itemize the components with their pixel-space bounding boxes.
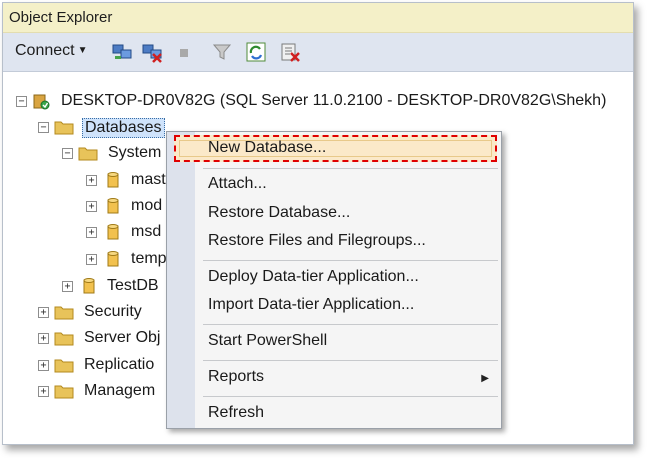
folder-icon [54,385,74,399]
folder-icon [78,147,98,161]
menu-item-deploy-data-tier[interactable]: Deploy Data-tier Application... [208,268,419,286]
folder-icon [54,359,74,373]
menu-separator [203,324,498,325]
menu-item-attach[interactable]: Attach... [208,175,267,193]
summary-icon[interactable] [279,41,301,63]
chevron-down-icon: ▼ [77,45,88,56]
expand-icon[interactable]: + [62,281,73,292]
menu-separator [203,360,498,361]
security-label: Security [84,303,142,320]
connect-button[interactable]: Connect ▼ [15,42,88,60]
menu-item-start-powershell[interactable]: Start PowerShell [208,332,327,350]
db-label: mod [131,197,163,214]
db-label: temp [131,250,167,267]
disconnect-server-icon[interactable] [141,41,163,63]
folder-icon [54,306,74,320]
expand-icon[interactable]: + [38,360,49,371]
folder-icon [54,332,74,346]
window-title: Object Explorer [9,9,113,26]
connect-label: Connect [15,42,75,59]
expand-icon[interactable]: + [38,307,49,318]
context-menu: New Database... Attach... Restore Databa… [166,131,502,429]
stop-icon[interactable] [173,41,195,63]
database-icon [107,198,119,214]
menu-item-import-data-tier[interactable]: Import Data-tier Application... [208,296,414,314]
expand-icon[interactable]: + [38,386,49,397]
menu-separator [203,168,498,169]
databases-label: Databases [82,118,165,138]
system-label: System [108,144,162,161]
folder-icon [54,121,74,135]
server-objects-label: Server Obj [84,329,161,346]
submenu-arrow-icon: ▶ [481,373,489,384]
menu-item-new-database[interactable]: New Database... [208,139,326,157]
connect-server-icon[interactable] [111,41,133,63]
db-label: msd [131,223,162,240]
expand-icon[interactable]: + [86,201,97,212]
expand-icon[interactable]: + [86,254,97,265]
menu-gutter [167,132,195,428]
expand-icon[interactable]: + [86,175,97,186]
object-explorer-window: Object Explorer Connect ▼ − DESKTOP-DR0V… [2,2,634,445]
database-icon [107,172,119,188]
collapse-icon[interactable]: − [38,122,49,133]
database-icon [107,224,119,240]
menu-item-restore-database[interactable]: Restore Database... [208,204,350,222]
menu-item-restore-files[interactable]: Restore Files and Filegroups... [208,232,426,250]
testdb-label: TestDB [107,277,159,294]
database-icon [107,251,119,267]
database-icon [83,278,95,294]
refresh-icon[interactable] [245,41,267,63]
replication-label: Replicatio [84,356,155,373]
management-label: Managem [84,382,156,399]
toolbar: Connect ▼ [3,33,633,72]
menu-item-refresh[interactable]: Refresh [208,404,264,422]
filter-icon[interactable] [211,41,233,63]
collapse-icon[interactable]: − [62,148,73,159]
expand-icon[interactable]: + [38,333,49,344]
menu-item-reports[interactable]: Reports [208,368,264,386]
server-icon [33,94,50,110]
server-label: DESKTOP-DR0V82G (SQL Server 11.0.2100 - … [61,92,607,109]
title-bar: Object Explorer [3,3,633,33]
expand-icon[interactable]: + [86,227,97,238]
menu-separator [203,396,498,397]
db-label: mast [131,171,166,188]
collapse-icon[interactable]: − [16,96,27,107]
menu-separator [203,260,498,261]
